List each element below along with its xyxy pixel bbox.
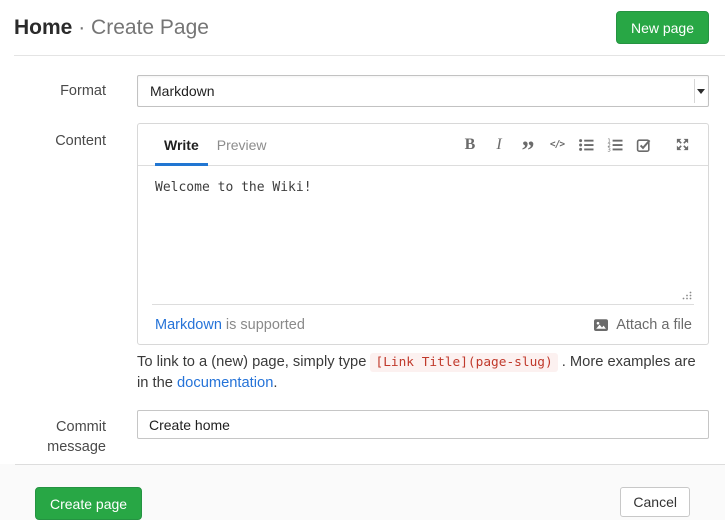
svg-text:3: 3	[607, 147, 610, 153]
format-row: Format Markdown	[0, 75, 709, 107]
select-separator	[694, 79, 695, 103]
page-title: Home · Create Page	[14, 11, 209, 44]
content-label: Content	[0, 133, 106, 149]
tab-preview[interactable]: Preview	[208, 124, 276, 165]
form-actions: Create page Cancel	[0, 464, 725, 520]
page-title-current: Home	[14, 16, 72, 39]
format-label: Format	[0, 83, 106, 99]
markdown-supported-note: Markdown is supported	[155, 317, 305, 333]
editor-toolbar: B I ” </> 1 2 3	[461, 124, 691, 165]
task-list-icon[interactable]	[635, 136, 653, 154]
unordered-list-icon[interactable]	[577, 136, 595, 154]
code-icon[interactable]: </>	[548, 136, 566, 154]
markdown-editor: Write Preview B I ” </> 1	[137, 123, 709, 345]
commit-row: Commit message	[0, 410, 709, 457]
tab-write[interactable]: Write	[155, 124, 208, 165]
chevron-down-icon	[697, 89, 705, 94]
editor-tabs: Write Preview	[155, 124, 276, 165]
editor-footer: Markdown is supported Attach a file	[138, 305, 708, 344]
help-after-link: .	[273, 375, 277, 391]
commit-message-input[interactable]	[137, 410, 709, 439]
page-header: Home · Create Page New page	[0, 0, 725, 56]
page-subtitle: Create Page	[91, 16, 209, 39]
new-page-button[interactable]: New page	[616, 11, 709, 44]
resize-grip-icon[interactable]	[682, 291, 692, 300]
editor-tabbar: Write Preview B I ” </> 1	[138, 124, 708, 166]
content-row: Content Write Preview B I ” </>	[0, 123, 709, 345]
link-syntax-code: [Link Title](page-slug)	[370, 353, 557, 372]
bold-icon[interactable]: B	[461, 136, 479, 154]
help-before-code: To link to a (new) page, simply type	[137, 354, 370, 370]
fullscreen-icon[interactable]	[673, 136, 691, 154]
commit-message-label: Commit message	[0, 417, 106, 457]
format-select[interactable]: Markdown	[137, 75, 709, 107]
documentation-link[interactable]: documentation	[177, 375, 273, 391]
format-select-value: Markdown	[150, 83, 215, 99]
content-textarea[interactable]: Welcome to the Wiki!	[138, 166, 708, 304]
quote-icon[interactable]: ”	[519, 136, 537, 154]
italic-icon[interactable]: I	[490, 136, 508, 154]
attach-file-button[interactable]: Attach a file	[593, 317, 692, 333]
link-help-text: To link to a (new) page, simply type [Li…	[137, 352, 709, 393]
ordered-list-icon[interactable]: 1 2 3	[606, 136, 624, 154]
markdown-link[interactable]: Markdown	[155, 317, 222, 333]
create-page-button[interactable]: Create page	[35, 487, 142, 520]
image-icon	[593, 317, 609, 333]
attach-file-label: Attach a file	[616, 317, 692, 333]
cancel-button[interactable]: Cancel	[620, 487, 690, 517]
title-separator: ·	[78, 16, 85, 39]
supported-suffix: is supported	[222, 317, 305, 333]
